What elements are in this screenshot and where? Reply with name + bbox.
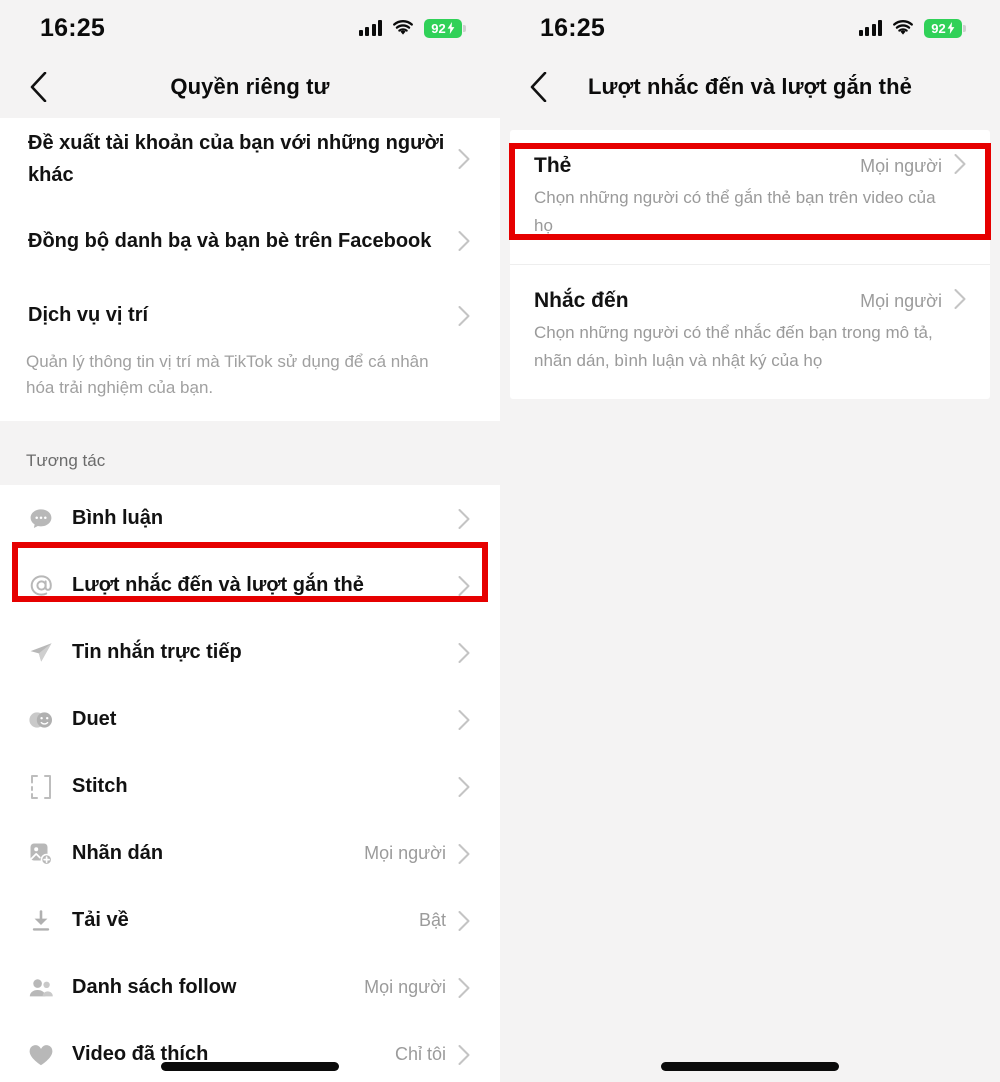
row-label: Dịch vụ vị trí	[28, 304, 149, 326]
stitch-icon	[26, 772, 56, 802]
row-tags[interactable]: Thẻ Mọi người Chọn những người có thể gắ…	[510, 130, 990, 264]
battery-charging-icon: 92	[924, 18, 966, 38]
row-value: Mọi người	[860, 291, 942, 311]
nav-bar-right: Lượt nhắc đến và lượt gắn thẻ	[500, 56, 1000, 118]
status-time: 16:25	[540, 13, 605, 42]
charging-bolt-icon	[447, 22, 455, 34]
sidebar-item-following-list[interactable]: Danh sách follow Mọi người	[0, 954, 500, 1021]
status-time: 16:25	[40, 13, 105, 42]
row-value: Mọi người	[364, 977, 446, 997]
chevron-right-icon	[458, 843, 470, 864]
mentions-tags-group: Thẻ Mọi người Chọn những người có thể gắ…	[510, 130, 990, 399]
privacy-top-group: Đề xuất tài khoản của bạn với những ngườ…	[0, 118, 500, 421]
at-mention-icon	[26, 571, 56, 601]
row-label: Lượt nhắc đến và lượt gắn thẻ	[72, 574, 364, 596]
chevron-right-icon	[458, 709, 470, 730]
chevron-right-icon	[954, 154, 966, 179]
chevron-right-icon	[458, 575, 470, 596]
wifi-icon	[893, 19, 913, 35]
cellular-signal-icon	[358, 20, 382, 36]
right-phone-screen: 16:25 92 Lượt nhắc đến và lượt gắn thẻ T…	[500, 0, 1000, 1082]
chevron-right-icon	[458, 231, 470, 251]
home-indicator-right	[661, 1062, 839, 1071]
location-services-description: Quản lý thông tin vị trí mà TikTok sử dụ…	[26, 352, 429, 397]
wifi-icon	[393, 19, 413, 35]
back-button-left[interactable]	[18, 67, 58, 107]
status-indicators: 92	[858, 18, 966, 38]
chevron-left-icon	[530, 72, 546, 102]
status-bar-left: 16:25 92	[0, 0, 500, 56]
sticker-icon	[26, 839, 56, 869]
row-label: Bình luận	[72, 507, 164, 529]
chevron-right-icon	[954, 289, 966, 314]
sidebar-item-mentions-and-tags[interactable]: Lượt nhắc đến và lượt gắn thẻ	[0, 552, 500, 619]
chevron-right-icon	[458, 1044, 470, 1065]
sidebar-item-direct-messages[interactable]: Tin nhắn trực tiếp	[0, 619, 500, 686]
chevron-right-icon	[458, 642, 470, 663]
row-label: Tải về	[72, 909, 129, 931]
sidebar-item-duet[interactable]: Duet	[0, 686, 500, 753]
chevron-right-icon	[458, 910, 470, 931]
row-label: Đề xuất tài khoản của bạn với những ngườ…	[28, 132, 445, 186]
battery-percent: 92	[931, 20, 946, 36]
row-label: Duet	[72, 708, 117, 730]
row-title: Nhắc đến	[534, 289, 629, 312]
back-button-right[interactable]	[518, 67, 558, 107]
left-phone-screen: 16:25 92 Quyền riêng tư Đề xuất tài khoả…	[0, 0, 500, 1082]
chevron-right-icon	[458, 149, 470, 169]
send-message-icon	[26, 638, 56, 668]
row-tags-header: Thẻ Mọi người	[534, 152, 966, 178]
sidebar-item-stitch[interactable]: Stitch	[0, 753, 500, 820]
home-indicator-left	[161, 1062, 339, 1071]
section-label-interaction: Tương tác	[26, 451, 106, 470]
row-label: Đồng bộ danh bạ và bạn bè trên Facebook	[28, 230, 432, 252]
row-mentions[interactable]: Nhắc đến Mọi người Chọn những người có t…	[510, 265, 990, 399]
row-label: Stitch	[72, 775, 128, 797]
sidebar-item-comments[interactable]: Bình luận	[0, 485, 500, 552]
chevron-left-icon	[30, 72, 46, 102]
status-indicators: 92	[358, 18, 466, 38]
row-label: Tin nhắn trực tiếp	[72, 641, 242, 663]
comment-icon	[26, 504, 56, 534]
row-suggest-account[interactable]: Đề xuất tài khoản của bạn với những ngườ…	[0, 118, 500, 200]
row-sync-contacts-facebook[interactable]: Đồng bộ danh bạ và bạn bè trên Facebook	[0, 200, 500, 282]
duet-icon	[26, 705, 56, 735]
page-title-right: Lượt nhắc đến và lượt gắn thẻ	[588, 74, 912, 99]
page-title-left: Quyền riêng tư	[170, 74, 330, 99]
chevron-right-icon	[458, 977, 470, 998]
row-description: Chọn những người có thể nhắc đến bạn tro…	[534, 323, 933, 370]
interaction-group: Bình luận Lượt nhắc đến và lượt gắn thẻ	[0, 485, 500, 1082]
nav-bar-left: Quyền riêng tư	[0, 56, 500, 118]
people-icon	[26, 973, 56, 1003]
row-value: Mọi người	[860, 156, 942, 176]
row-label: Nhãn dán	[72, 842, 164, 864]
battery-charging-icon: 92	[424, 18, 466, 38]
chevron-right-icon	[458, 776, 470, 797]
row-value: Mọi người	[364, 843, 446, 863]
sidebar-item-stickers[interactable]: Nhãn dán Mọi người	[0, 820, 500, 887]
row-title: Thẻ	[534, 154, 572, 177]
chevron-right-icon	[458, 508, 470, 529]
sidebar-item-downloads[interactable]: Tải về Bật	[0, 887, 500, 954]
status-bar-right: 16:25 92	[500, 0, 1000, 56]
sidebar-item-liked-videos[interactable]: Video đã thích Chỉ tôi	[0, 1021, 500, 1082]
row-value: Bật	[418, 910, 446, 930]
download-icon	[26, 906, 56, 936]
row-label: Danh sách follow	[72, 976, 237, 998]
charging-bolt-icon	[947, 22, 955, 34]
cellular-signal-icon	[858, 20, 882, 36]
chevron-right-icon	[458, 305, 470, 326]
row-mentions-header: Nhắc đến Mọi người	[534, 287, 966, 313]
heart-icon	[26, 1040, 56, 1070]
row-value: Chỉ tôi	[394, 1044, 446, 1064]
battery-percent: 92	[431, 20, 446, 36]
row-description: Chọn những người có thể gắn thẻ bạn trên…	[534, 188, 936, 235]
dual-screenshot-container: 16:25 92 Quyền riêng tư Đề xuất tài khoả…	[0, 0, 1000, 1082]
row-location-services[interactable]: Dịch vụ vị trí	[0, 282, 500, 349]
